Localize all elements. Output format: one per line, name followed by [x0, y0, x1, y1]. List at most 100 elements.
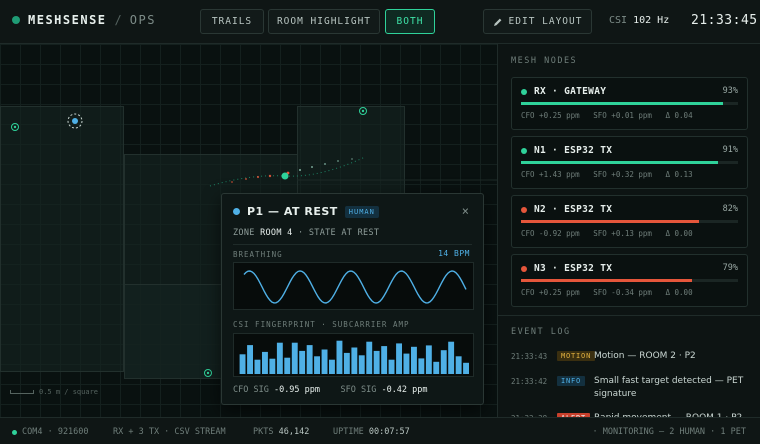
sfo-label: SFO SIG	[340, 385, 377, 395]
divider	[498, 315, 760, 316]
csi-subcarrier-bar	[388, 359, 395, 374]
event-row[interactable]: 21:33:43 MOTION Motion — ROOM 2 · P2	[511, 350, 751, 370]
csi-subcarrier-bar	[314, 356, 320, 374]
event-time: 21:33:43	[511, 352, 548, 361]
node-signal-bar	[521, 279, 738, 282]
breathing-rate: 14 BPM	[438, 249, 470, 258]
status-bar: COM4 · 921600 RX + 3 TX · CSV STREAM PKT…	[0, 417, 760, 444]
event-message: Small fast target detected — PET signatu…	[594, 376, 744, 399]
monitoring-summary: · MONITORING — 2 HUMAN · 1 PET	[592, 427, 746, 437]
event-row[interactable]: 21:33:42 INFO Small fast target detected…	[511, 375, 751, 403]
mode-button-both[interactable]: BOTH	[385, 9, 435, 34]
csi-subcarrier-bar	[455, 356, 462, 374]
csi-subcarrier-bar	[440, 350, 447, 374]
csi-fingerprint-chart	[233, 333, 474, 377]
node-stats: CFO +0.25 ppm SFO +0.01 ppm Δ 0.04	[521, 111, 693, 120]
node-card[interactable]: N2 · ESP32 TX 82% CFO -0.92 ppm SFO +0.1…	[511, 195, 748, 248]
breathing-label: BREATHING	[233, 250, 283, 259]
node-card[interactable]: N3 · ESP32 TX 79% CFO +0.25 ppm SFO -0.3…	[511, 254, 748, 307]
node-signal-fill	[521, 161, 719, 164]
csi-rate-value: 102 Hz	[633, 15, 670, 26]
node-signal-pct: 79%	[722, 263, 738, 273]
clock: 21:33:45	[691, 13, 758, 28]
map-scale: 0.5 m / square	[10, 388, 98, 396]
scale-bar-icon	[10, 390, 34, 394]
uptime: UPTIME 00:07:57	[333, 427, 410, 437]
mesh-nodes-heading: MESH NODES	[511, 56, 578, 66]
signature-readout: CFO SIG -0.95 ppm SFO SIG -0.42 ppm	[233, 385, 428, 395]
person-title: P1 — AT REST	[247, 205, 338, 218]
event-log-heading: EVENT LOG	[511, 327, 571, 337]
node-card[interactable]: RX · GATEWAY 93% CFO +0.25 ppm SFO +0.01…	[511, 77, 748, 130]
csi-subcarrier-bar	[329, 359, 335, 374]
node-status-dot-icon	[521, 266, 527, 272]
edit-layout-button[interactable]: EDIT LAYOUT	[483, 9, 592, 34]
csi-subcarrier-bar	[418, 358, 425, 374]
node-status-dot-icon	[521, 148, 527, 154]
brand-separator: /	[114, 13, 122, 27]
node-marker[interactable]	[204, 369, 212, 377]
csi-subcarrier-bar	[351, 347, 358, 374]
node-name: RX · GATEWAY	[534, 86, 607, 97]
cfo-label: CFO SIG	[233, 385, 269, 395]
node-marker[interactable]	[11, 123, 19, 131]
brand-name: MESHSENSE	[28, 13, 107, 27]
node-signal-pct: 82%	[722, 204, 738, 214]
csi-subcarrier-bar	[381, 346, 388, 374]
packets-value: 46,142	[278, 427, 310, 437]
csi-subcarrier-bar	[299, 350, 306, 374]
node-signal-pct: 91%	[722, 145, 738, 155]
csi-subcarrier-bar	[433, 361, 440, 374]
person-card-header: P1 — AT REST HUMAN	[233, 205, 379, 218]
csi-subcarrier-bar	[276, 342, 283, 374]
serial-port-status: COM4 · 921600	[12, 427, 89, 437]
status-dot-icon	[12, 16, 20, 24]
csi-subcarrier-bar	[343, 352, 350, 374]
state-text: · STATE AT REST	[298, 228, 380, 238]
pencil-icon	[493, 18, 501, 26]
csi-subcarrier-bar	[358, 355, 365, 374]
person-dot-icon	[233, 208, 240, 215]
cfo-value: -0.95 ppm	[273, 385, 321, 395]
connection-dot-icon	[12, 429, 17, 435]
node-signal-fill	[521, 102, 723, 105]
csi-subcarrier-bar	[239, 354, 246, 374]
event-tag: MOTION	[557, 351, 596, 361]
target-marker[interactable]	[281, 172, 289, 180]
csi-subcarrier-bar	[321, 349, 328, 374]
person-type-badge: HUMAN	[344, 205, 379, 218]
node-signal-fill	[521, 279, 693, 282]
csi-rate-readout: CSI 102 Hz	[609, 15, 669, 26]
zone-value: ROOM 4	[260, 228, 293, 238]
breathing-wave-line	[243, 270, 467, 304]
node-marker[interactable]	[359, 107, 367, 115]
packets-label: PKTS	[253, 427, 274, 437]
brand-section: OPS	[129, 13, 156, 27]
csi-subcarrier-bar	[396, 343, 402, 374]
person-marker[interactable]	[67, 113, 83, 129]
node-signal-bar	[521, 220, 738, 223]
zone-label: ZONE	[233, 228, 255, 238]
mode-button-room-highlight[interactable]: ROOM HIGHLIGHT	[268, 9, 380, 34]
event-time: 21:33:42	[511, 377, 548, 386]
csi-subcarrier-bar	[448, 341, 455, 374]
side-panel: MESH NODES RX · GATEWAY 93% CFO +0.25 pp…	[497, 44, 760, 423]
edit-layout-label: EDIT LAYOUT	[508, 16, 583, 27]
node-card[interactable]: N1 · ESP32 TX 91% CFO +1.43 ppm SFO +0.3…	[511, 136, 748, 189]
scale-label: 0.5 m / square	[39, 388, 99, 396]
node-name: N3 · ESP32 TX	[534, 263, 613, 274]
divider	[233, 244, 472, 245]
close-icon[interactable]: ×	[462, 204, 469, 218]
csi-subcarrier-bar	[403, 353, 410, 374]
node-status-dot-icon	[521, 89, 527, 95]
csi-subcarrier-bar	[269, 358, 276, 374]
node-signal-pct: 93%	[722, 86, 738, 96]
node-status-dot-icon	[521, 207, 527, 213]
csi-label: CSI	[609, 15, 628, 26]
stream-info: RX + 3 TX · CSV STREAM	[113, 427, 226, 437]
csi-subcarrier-bar	[366, 341, 373, 374]
csi-subcarrier-bar	[262, 351, 268, 374]
event-message: Motion — ROOM 2 · P2	[594, 351, 696, 361]
top-bar: MESHSENSE / OPS TRAILS ROOM HIGHLIGHT BO…	[0, 0, 760, 44]
mode-button-trails[interactable]: TRAILS	[200, 9, 264, 34]
